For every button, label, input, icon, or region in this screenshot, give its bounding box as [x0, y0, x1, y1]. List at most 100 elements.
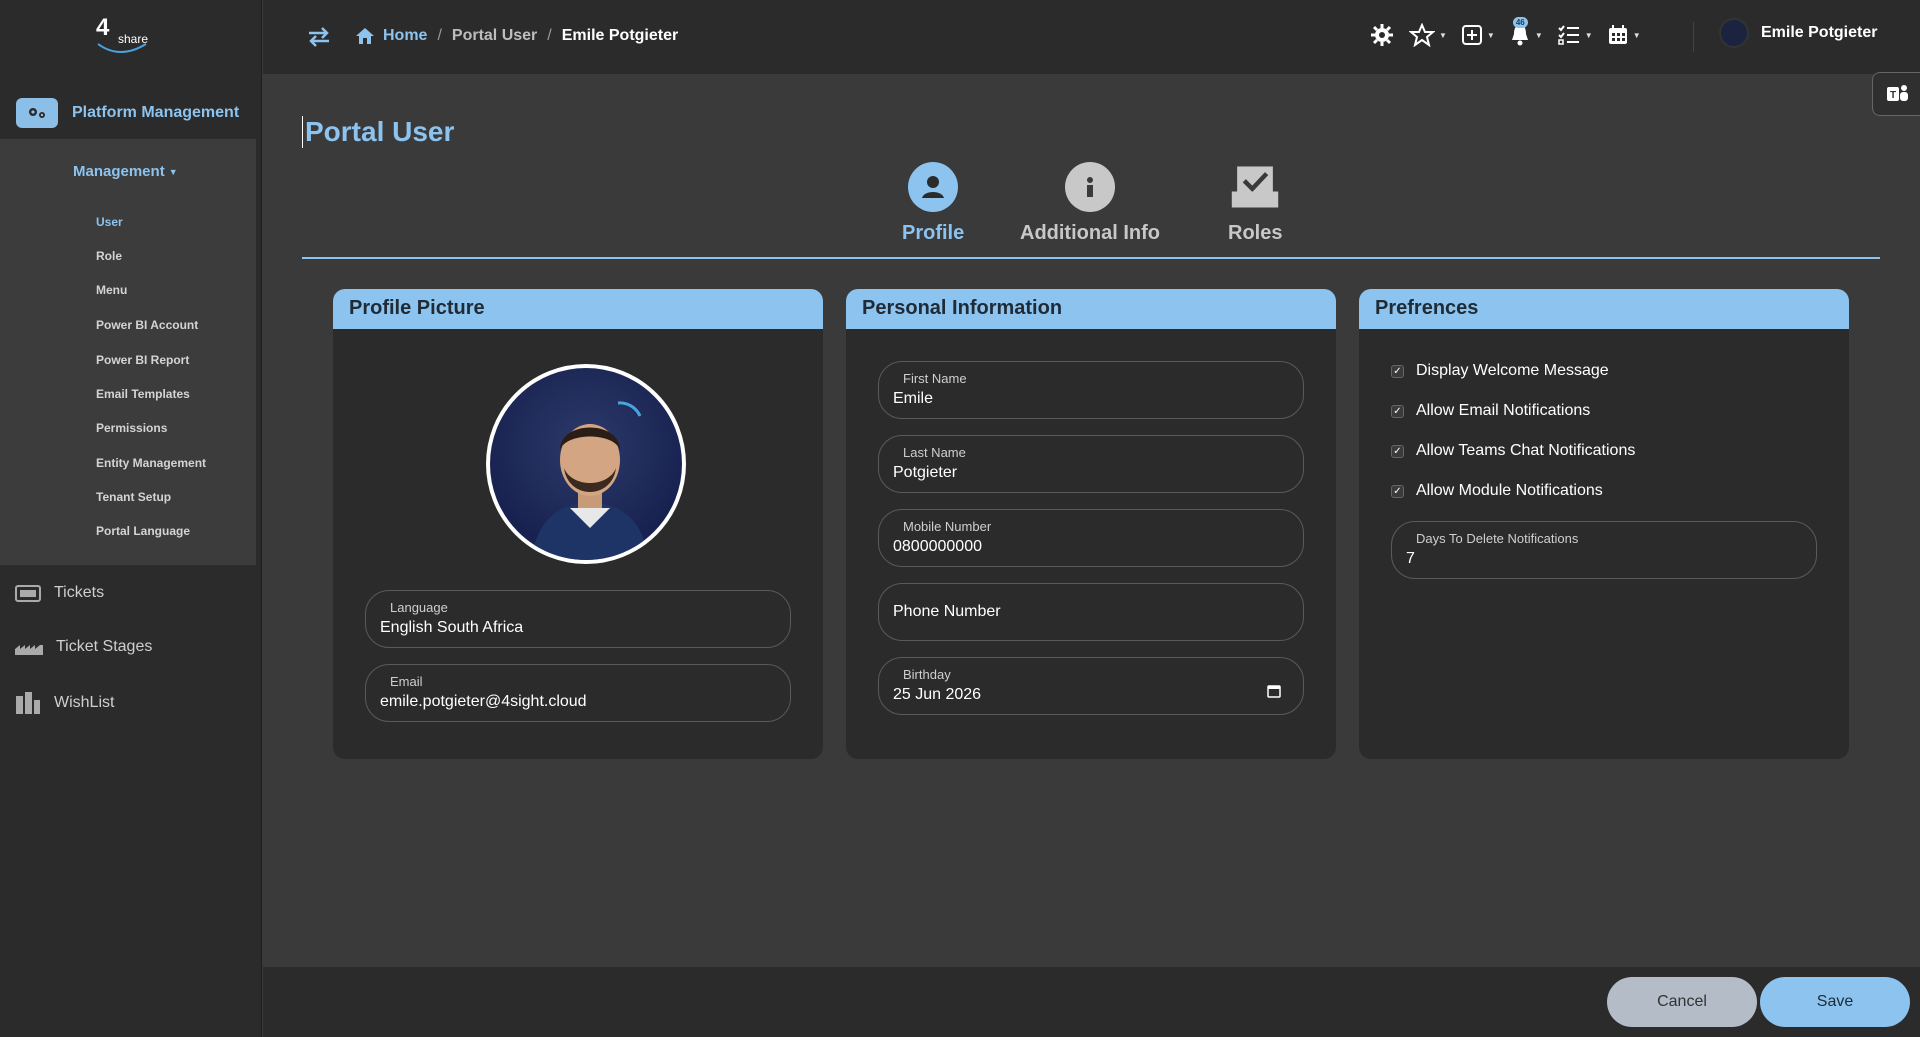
email-field[interactable]: Email emile.potgieter@4sight.cloud — [365, 664, 791, 722]
checkbox[interactable]: ✓ — [1391, 484, 1404, 498]
profile-photo[interactable] — [486, 364, 686, 564]
language-value: English South Africa — [380, 619, 524, 636]
swap-icon[interactable] — [307, 26, 331, 53]
breadcrumb: Home / Portal User / Emile Potgieter — [355, 27, 678, 45]
cancel-button[interactable]: Cancel — [1607, 977, 1757, 1027]
caret-down-icon: ▼ — [1439, 30, 1447, 40]
favorites-menu[interactable]: ▼ — [1409, 23, 1447, 47]
email-label: Email — [390, 674, 423, 689]
submenu-item-user[interactable]: User — [96, 215, 123, 229]
language-field[interactable]: Language English South Africa — [365, 590, 791, 648]
calendar-icon — [1608, 25, 1627, 44]
submenu-item-permissions[interactable]: Permissions — [96, 421, 167, 435]
first-name-field[interactable]: First Name Emile — [878, 361, 1304, 419]
breadcrumb-home[interactable]: Home — [355, 27, 427, 45]
mobile-number-label: Mobile Number — [903, 519, 992, 534]
toolbar-icons: ▼ ▼ 46 ▼ ▼ ▼ — [1369, 17, 1641, 48]
birthday-label: Birthday — [903, 667, 951, 682]
pref-allow-module-notifications[interactable]: ✓ Allow Module Notifications — [1391, 482, 1603, 500]
management-dropdown[interactable]: Management ▼ — [73, 163, 178, 180]
wishlist-icon — [16, 692, 40, 714]
sidebar-item-tickets[interactable]: Tickets — [14, 582, 104, 604]
user-menu[interactable]: Emile Potgieter — [1719, 18, 1877, 48]
last-name-value: Potgieter — [893, 464, 958, 481]
last-name-field[interactable]: Last Name Potgieter — [878, 435, 1304, 493]
days-to-delete-field[interactable]: Days To Delete Notifications 7 — [1391, 521, 1817, 579]
pref-display-welcome-message[interactable]: ✓ Display Welcome Message — [1391, 362, 1609, 380]
management-label: Management — [73, 163, 165, 180]
sidebar-item-wishlist[interactable]: WishList — [14, 690, 114, 716]
breadcrumb-separator: / — [437, 27, 442, 44]
star-icon — [1409, 23, 1435, 47]
pref-label: Display Welcome Message — [1416, 362, 1609, 379]
user-circle-icon — [908, 162, 959, 212]
email-value: emile.potgieter@4sight.cloud — [380, 693, 587, 710]
svg-text:T: T — [1890, 90, 1896, 101]
submenu-item-power-bi-report[interactable]: Power BI Report — [96, 353, 189, 367]
tasks-menu[interactable]: ▼ — [1557, 24, 1593, 46]
platform-management-label: Platform Management — [72, 104, 240, 121]
theme-toggle[interactable] — [1369, 22, 1395, 48]
save-button[interactable]: Save — [1760, 977, 1910, 1027]
sidebar-item-ticket-stages[interactable]: Ticket Stages — [14, 637, 152, 657]
pref-label: Allow Email Notifications — [1416, 402, 1591, 419]
submenu-item-email-templates[interactable]: Email Templates — [96, 387, 190, 401]
management-submenu: Management ▼ User Role Menu Power BI Acc… — [0, 139, 256, 565]
stages-icon — [15, 645, 43, 655]
platform-management-item[interactable]: Platform Management — [16, 98, 239, 128]
breadcrumb-separator: / — [547, 27, 552, 44]
breadcrumb-portal-user[interactable]: Portal User — [452, 27, 537, 45]
footer-bar: Cancel Save — [263, 967, 1920, 1037]
profile-picture-card: Profile Picture Language English South A… — [333, 289, 823, 759]
submenu-item-role[interactable]: Role — [96, 249, 122, 263]
submenu-item-menu[interactable]: Menu — [96, 283, 127, 297]
gear-icon — [1371, 24, 1393, 46]
phone-number-field[interactable]: Phone Number — [878, 583, 1304, 641]
step-roles[interactable]: Roles — [1228, 162, 1282, 245]
checkbox[interactable]: ✓ — [1391, 404, 1404, 418]
page-title: Portal User — [302, 116, 454, 148]
info-icon — [1064, 162, 1115, 212]
home-icon — [356, 28, 374, 44]
personal-information-card: Personal Information First Name Emile La… — [846, 289, 1336, 759]
pref-allow-email-notifications[interactable]: ✓ Allow Email Notifications — [1391, 402, 1590, 420]
first-name-value: Emile — [893, 390, 934, 407]
app-logo[interactable]: 4 share — [90, 8, 170, 54]
top-bar: Home / Portal User / Emile Potgieter ▼ ▼… — [263, 0, 1920, 74]
preferences-card: Prefrences ✓ Display Welcome Message ✓ A… — [1359, 289, 1849, 759]
step-label: Additional Info — [1020, 222, 1160, 244]
submenu-item-portal-language[interactable]: Portal Language — [96, 524, 190, 538]
calendar-menu[interactable]: ▼ — [1607, 24, 1641, 46]
caret-down-icon: ▼ — [1486, 30, 1495, 40]
add-menu[interactable]: ▼ — [1461, 24, 1495, 46]
first-name-label: First Name — [903, 371, 967, 386]
mobile-number-value: 0800000000 — [893, 538, 982, 555]
plus-square-icon — [1461, 25, 1482, 45]
birthday-field[interactable]: Birthday 25 Jun 2026 — [878, 657, 1304, 715]
teams-icon: T — [1886, 85, 1908, 101]
submenu-item-tenant-setup[interactable]: Tenant Setup — [96, 490, 171, 504]
checkbox[interactable]: ✓ — [1391, 444, 1404, 458]
notifications-menu[interactable]: 46 ▼ — [1509, 17, 1543, 47]
sidebar: 4 share Platform Management Management ▼… — [0, 0, 262, 1037]
submenu-item-power-bi-account[interactable]: Power BI Account — [96, 318, 198, 332]
checklist-icon — [1558, 25, 1579, 45]
pref-allow-teams-chat-notifications[interactable]: ✓ Allow Teams Chat Notifications — [1391, 442, 1635, 460]
step-additional-info[interactable]: Additional Info — [1020, 162, 1160, 245]
calendar-icon[interactable] — [1267, 684, 1281, 703]
teams-chat-button[interactable]: T — [1872, 72, 1920, 116]
user-name: Emile Potgieter — [1761, 24, 1878, 41]
gears-icon — [16, 98, 58, 128]
submenu-item-entity-management[interactable]: Entity Management — [96, 456, 206, 470]
checkbox[interactable]: ✓ — [1391, 364, 1404, 378]
card-title: Personal Information — [846, 289, 1336, 329]
step-profile[interactable]: Profile — [902, 162, 964, 245]
caret-down-icon: ▼ — [1584, 30, 1593, 40]
steps-divider — [302, 257, 1880, 259]
days-to-delete-value: 7 — [1406, 550, 1415, 567]
caret-down-icon: ▼ — [1534, 30, 1543, 40]
birthday-value: 25 Jun 2026 — [893, 686, 982, 703]
mobile-number-field[interactable]: Mobile Number 0800000000 — [878, 509, 1304, 567]
breadcrumb-current: Emile Potgieter — [561, 27, 679, 44]
language-label: Language — [390, 600, 448, 615]
